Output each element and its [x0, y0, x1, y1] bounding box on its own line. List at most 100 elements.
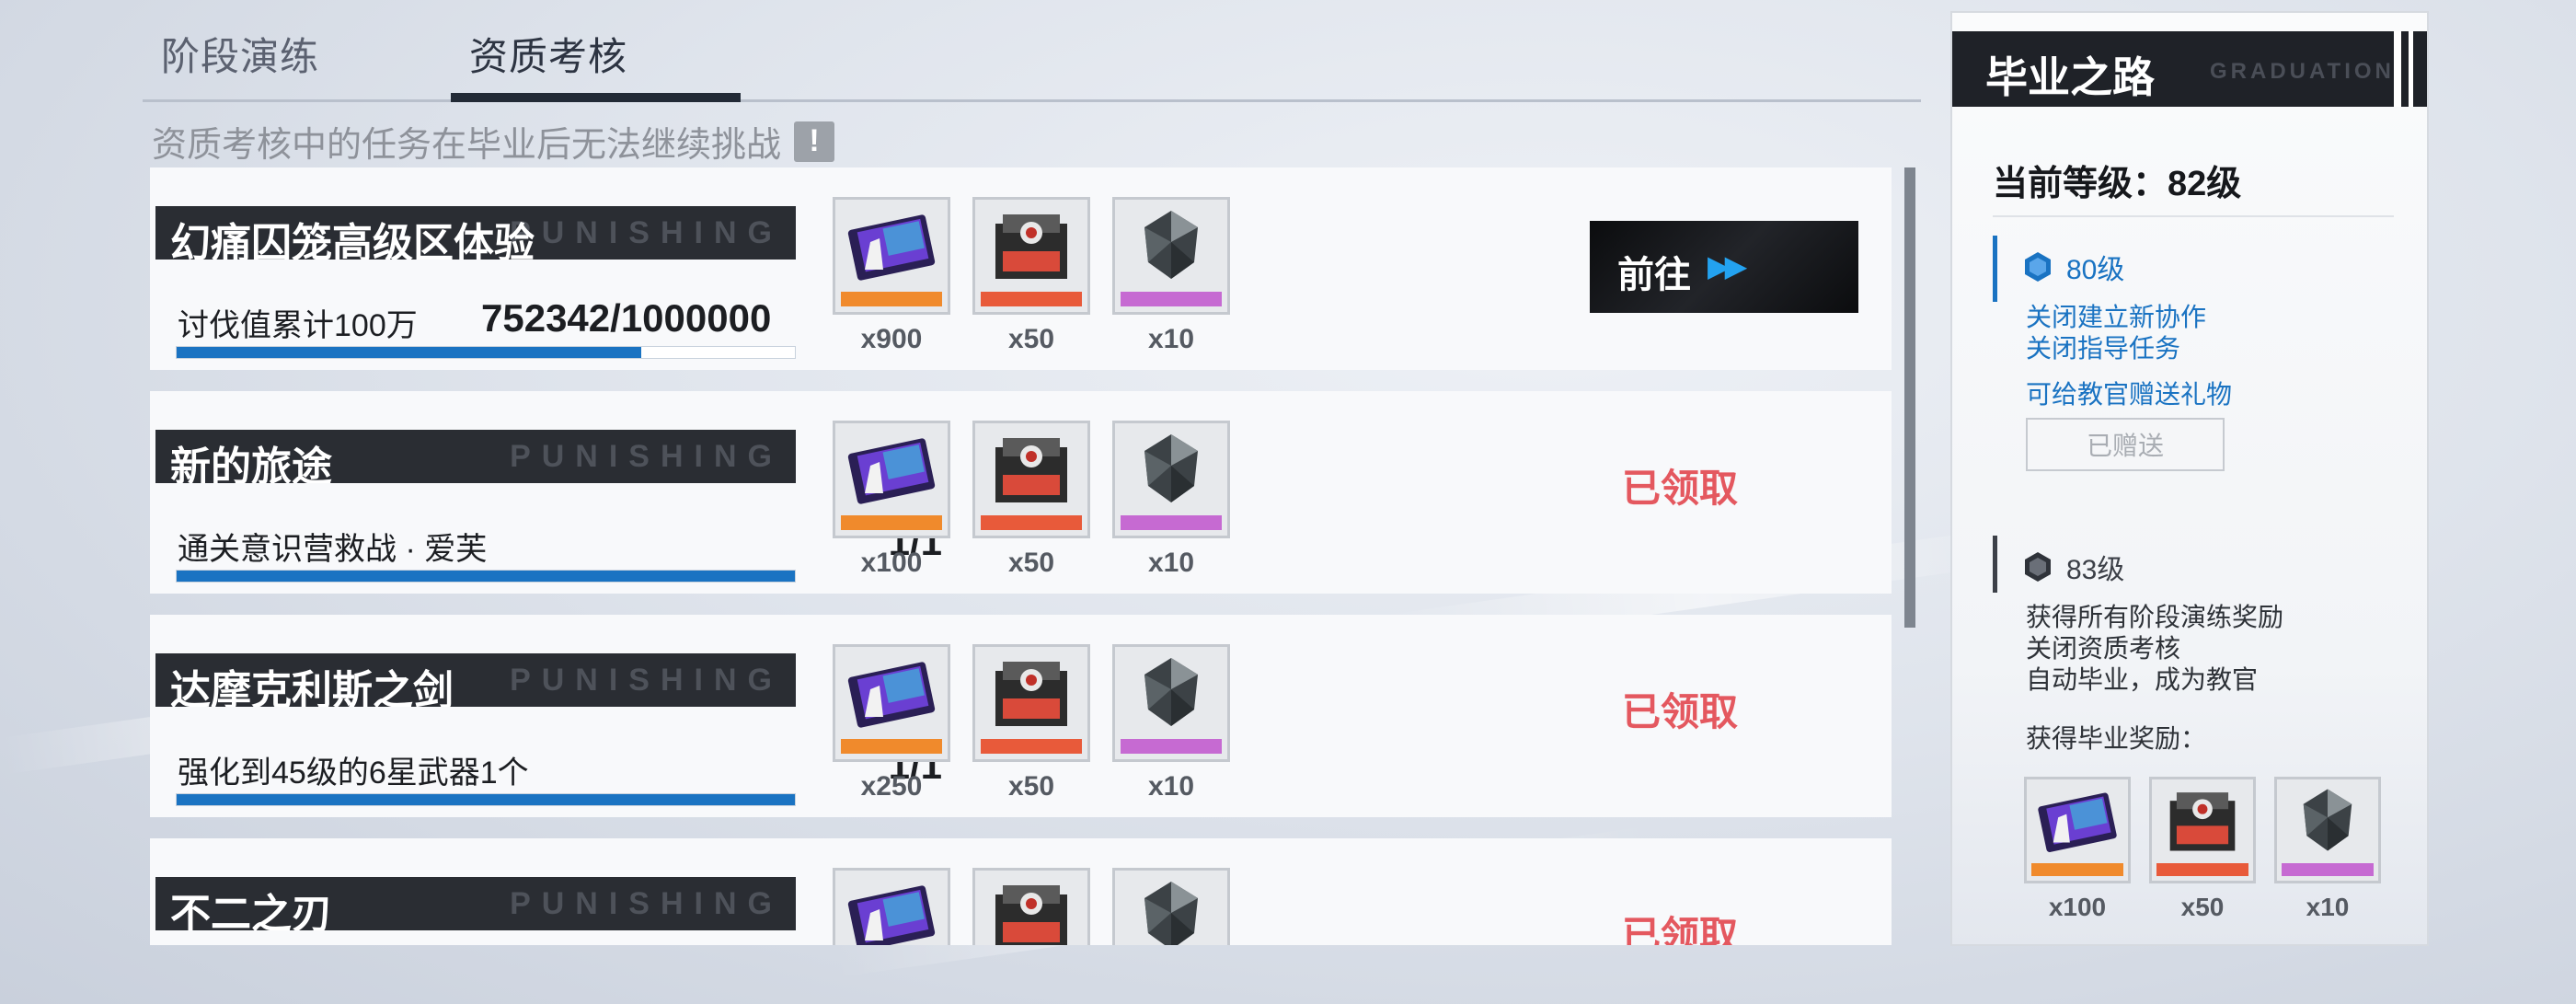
claimed-status: 已领取 [1622, 914, 1739, 945]
task-card: PUNISHING 幻痛囚笼高级区体验 讨伐值累计100万 752342/100… [150, 167, 1892, 370]
reward-qty: x50 [2180, 893, 2225, 921]
level-label: 80级 [2066, 255, 2125, 285]
supply-crystal-icon[interactable] [1112, 868, 1230, 945]
supply-tag [841, 515, 942, 530]
level-80-header: 80级 [2022, 247, 2124, 287]
task-card: PUNISHING 新的旅途 通关意识营救战 · 爱芙 1/1 x100 x50… [150, 391, 1892, 594]
supply-crate-icon[interactable] [972, 868, 1090, 945]
reward-qty: x250 [860, 771, 923, 802]
reward-qty: x50 [1007, 324, 1055, 354]
reward-qty: x10 [1147, 771, 1195, 802]
gift-sent-button[interactable]: 已赠送 [2026, 418, 2225, 471]
progress-bar [176, 570, 796, 583]
supply-crystal-icon[interactable] [1112, 644, 1230, 762]
level-83-lines: 获得所有阶段演练奖励 关闭资质考核 自动毕业，成为教官 [2026, 602, 2283, 696]
progress-fill [177, 571, 795, 582]
watermark: PUNISHING [510, 215, 783, 250]
reward-qty: x10 [1147, 548, 1195, 578]
level-80-lines: 关闭建立新协作 关闭指导任务 [2026, 302, 2206, 364]
task-description: 强化到45级的6星武器1个 [178, 756, 529, 791]
progress-bar [176, 346, 796, 359]
level-line: 获得所有阶段演练奖励 [2026, 603, 2284, 631]
hexagon-icon [2025, 252, 2051, 282]
supply-ticket-icon[interactable] [833, 197, 950, 315]
reward-qty: x10 [1147, 324, 1195, 354]
task-title: 幻痛囚笼高级区体验 [170, 221, 535, 260]
scrollbar[interactable] [1904, 167, 1915, 628]
notice-text: 资质考核中的任务在毕业后无法继续挑战 [152, 126, 782, 165]
tab-qualification[interactable]: 资质考核 [469, 26, 627, 82]
claimed-status: 已领取 [1622, 690, 1739, 733]
supply-tag [981, 292, 1082, 306]
graduation-header: 毕业之路 GRADUATION [1952, 31, 2427, 107]
supply-tag [1121, 515, 1222, 530]
go-button-label: 前往 [1617, 255, 1691, 295]
task-title-bar: PUNISHING 幻痛囚笼高级区体验 [155, 206, 796, 260]
watermark: PUNISHING [510, 439, 783, 474]
tab-bar: 阶段演练 资质考核 [143, 0, 1921, 102]
claimed-status: 已领取 [1622, 467, 1739, 510]
supply-crystal-icon[interactable] [2274, 777, 2381, 883]
reward-qty: x10 [2306, 893, 2350, 921]
level-line: 关闭指导任务 [2026, 334, 2181, 363]
task-title: 新的旅途 [170, 444, 332, 483]
reward-qty: x900 [860, 324, 923, 354]
go-button[interactable]: 前往 ▶▶ [1590, 221, 1858, 313]
supply-tag [2282, 863, 2374, 876]
supply-ticket-icon[interactable] [833, 421, 950, 538]
supply-crate-icon[interactable] [972, 644, 1090, 762]
rewards-label: 获得毕业奖励： [2026, 724, 2207, 753]
graduation-subtitle: GRADUATION [2210, 59, 2395, 84]
task-title-bar: PUNISHING 达摩克利斯之剑 [155, 653, 796, 707]
task-description: 通关意识营救战 · 爱芙 [178, 532, 488, 567]
current-level: 当前等级：82级 [1993, 165, 2242, 203]
progress-fill [177, 347, 642, 358]
supply-ticket-icon[interactable] [2024, 777, 2131, 883]
notice: 资质考核中的任务在毕业后无法继续挑战 ! [152, 116, 835, 167]
level-83-header: 83级 [2022, 547, 2124, 587]
supply-tag [2031, 863, 2123, 876]
supply-ticket-icon[interactable] [833, 868, 950, 945]
task-title: 达摩克利斯之剑 [170, 668, 454, 707]
supply-crystal-icon[interactable] [1112, 421, 1230, 538]
fast-forward-icon: ▶▶ [1708, 249, 1747, 283]
supply-crate-icon[interactable] [972, 421, 1090, 538]
reward-qty: x100 [2048, 893, 2107, 921]
supply-tag [981, 515, 1082, 530]
task-title: 不二之刃 [170, 892, 332, 930]
reward-qty: x100 [860, 548, 923, 578]
tab-stage-drill[interactable]: 阶段演练 [161, 26, 319, 82]
progress-bar [176, 793, 796, 806]
level-marker [1993, 236, 1997, 302]
header-stripe [2394, 31, 2401, 107]
task-list: PUNISHING 幻痛囚笼高级区体验 讨伐值累计100万 752342/100… [150, 167, 1892, 945]
supply-crate-icon[interactable] [972, 197, 1090, 315]
task-title-bar: PUNISHING 不二之刃 [155, 877, 796, 930]
level-label: 83级 [2066, 555, 2125, 585]
graduation-title: 毕业之路 [1985, 53, 2155, 101]
active-tab-indicator [451, 93, 741, 102]
divider [1993, 215, 2394, 217]
supply-ticket-icon[interactable] [833, 644, 950, 762]
supply-tag [2156, 863, 2248, 876]
reward-qty: x50 [1007, 771, 1055, 802]
watermark: PUNISHING [510, 886, 783, 921]
hexagon-icon [2025, 552, 2051, 582]
level-line: 自动毕业，成为教官 [2026, 665, 2259, 694]
supply-tag [841, 292, 942, 306]
task-card: PUNISHING 不二之刃 已领取 [150, 838, 1892, 945]
progress-fill [177, 794, 795, 805]
supply-tag [1121, 739, 1222, 754]
supply-tag [841, 739, 942, 754]
level-line: 关闭建立新协作 [2026, 303, 2207, 331]
supply-crystal-icon[interactable] [1112, 197, 1230, 315]
task-progress-text: 752342/1000000 [481, 296, 772, 340]
task-description: 讨伐值累计100万 [178, 308, 418, 343]
header-stripe [2409, 31, 2413, 107]
task-card: PUNISHING 达摩克利斯之剑 强化到45级的6星武器1个 1/1 x250… [150, 615, 1892, 817]
graduation-panel: 毕业之路 GRADUATION 当前等级：82级 80级 关闭建立新协作 关闭指… [1950, 11, 2429, 946]
supply-crate-icon[interactable] [2149, 777, 2256, 883]
exclamation-icon[interactable]: ! [794, 121, 835, 162]
level-marker [1993, 536, 1997, 593]
task-title-bar: PUNISHING 新的旅途 [155, 430, 796, 483]
